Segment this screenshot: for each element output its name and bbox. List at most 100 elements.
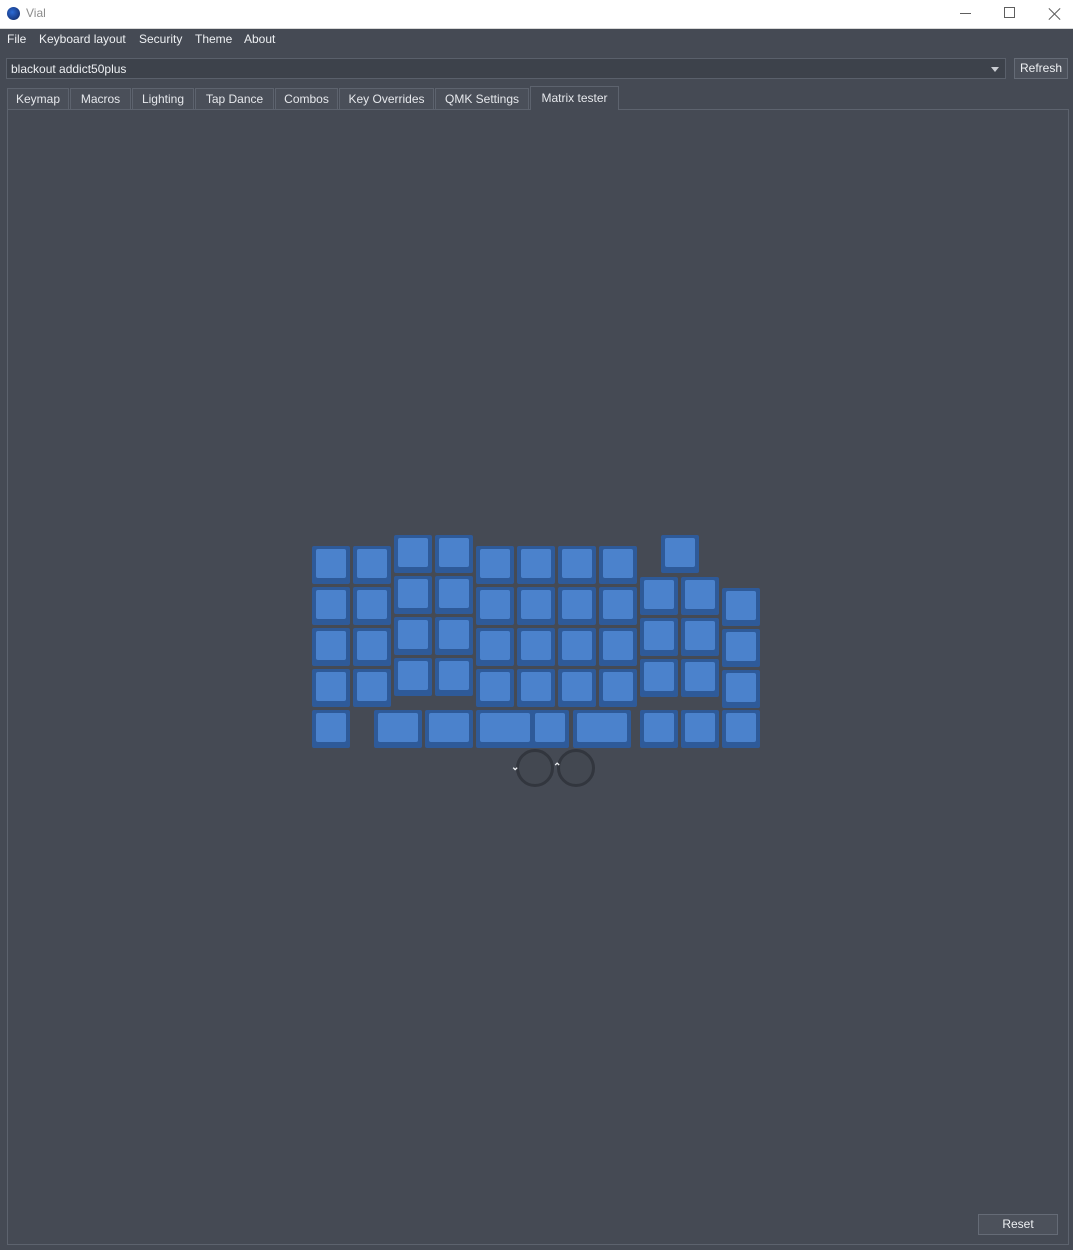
menu-keyboard-layout[interactable]: Keyboard layout (39, 32, 126, 46)
maximize-button[interactable] (987, 0, 1033, 29)
device-select-value: blackout addict50plus (11, 62, 127, 76)
menu-file[interactable]: File (7, 32, 26, 46)
matrix-key (374, 710, 422, 748)
matrix-key-cap (603, 672, 633, 701)
matrix-key-cap (316, 549, 346, 578)
matrix-key (435, 617, 473, 655)
matrix-key (353, 546, 391, 584)
matrix-key (573, 710, 631, 748)
matrix-key-cap (429, 713, 469, 742)
matrix-key-cap (562, 590, 592, 619)
close-button[interactable] (1032, 0, 1073, 29)
matrix-key (599, 546, 637, 584)
minimize-icon (960, 13, 971, 14)
minimize-button[interactable] (942, 0, 988, 29)
matrix-key-cap (603, 549, 633, 578)
matrix-key-cap (480, 631, 510, 660)
matrix-key (599, 587, 637, 625)
matrix-key (394, 617, 432, 655)
matrix-key-cap (398, 579, 428, 608)
device-select[interactable]: blackout addict50plus (6, 58, 1006, 79)
matrix-key (476, 669, 514, 707)
matrix-key (517, 546, 555, 584)
matrix-key-cap (316, 713, 346, 742)
matrix-key (599, 628, 637, 666)
matrix-key-cap (398, 661, 428, 690)
matrix-key-cap (685, 662, 715, 691)
menu-about[interactable]: About (244, 32, 275, 46)
matrix-key-cap (577, 713, 627, 742)
matrix-key (476, 587, 514, 625)
title-bar: Vial (0, 0, 1073, 29)
menu-theme[interactable]: Theme (195, 32, 232, 46)
matrix-key-cap (521, 590, 551, 619)
matrix-key-cap (726, 632, 756, 661)
matrix-key-cap (480, 590, 510, 619)
matrix-key-cap (726, 673, 756, 702)
matrix-key (722, 710, 760, 748)
tab-matrix-tester[interactable]: Matrix tester (530, 86, 619, 110)
matrix-key (312, 587, 350, 625)
matrix-key (681, 659, 719, 697)
tab-tap-dance[interactable]: Tap Dance (195, 88, 274, 110)
tab-lighting[interactable]: Lighting (132, 88, 194, 110)
matrix-key (722, 629, 760, 667)
matrix-key (640, 710, 678, 748)
menu-security[interactable]: Security (139, 32, 182, 46)
matrix-key-cap (644, 580, 674, 609)
matrix-key (425, 710, 473, 748)
matrix-key-cap (439, 661, 469, 690)
matrix-key (722, 588, 760, 626)
matrix-key (531, 710, 569, 748)
matrix-key-cap (521, 549, 551, 578)
matrix-key-cap (480, 713, 530, 742)
tab-qmk-settings[interactable]: QMK Settings (435, 88, 529, 110)
matrix-key-cap (726, 591, 756, 620)
matrix-key-cap (685, 621, 715, 650)
matrix-key-cap (521, 672, 551, 701)
matrix-key-cap (644, 713, 674, 742)
matrix-key (394, 658, 432, 696)
encoder-left (516, 749, 554, 787)
tab-macros[interactable]: Macros (70, 88, 131, 110)
matrix-key-cap (562, 549, 592, 578)
tab-key-overrides[interactable]: Key Overrides (339, 88, 434, 110)
matrix-key (681, 710, 719, 748)
matrix-key (476, 546, 514, 584)
tab-keymap[interactable]: Keymap (7, 88, 69, 110)
matrix-key-cap (726, 713, 756, 742)
matrix-key-cap (378, 713, 418, 742)
matrix-key (517, 628, 555, 666)
matrix-key (681, 577, 719, 615)
matrix-key (312, 710, 350, 748)
matrix-key (435, 535, 473, 573)
matrix-key (558, 587, 596, 625)
matrix-key (517, 587, 555, 625)
reset-button[interactable]: Reset (978, 1214, 1058, 1235)
matrix-key-cap (562, 631, 592, 660)
matrix-key-cap (562, 672, 592, 701)
refresh-button[interactable]: Refresh (1014, 58, 1068, 79)
matrix-key (435, 576, 473, 614)
matrix-key (476, 710, 534, 748)
matrix-key-cap (480, 672, 510, 701)
matrix-key-cap (316, 672, 346, 701)
matrix-key (312, 628, 350, 666)
matrix-key-cap (665, 538, 695, 567)
matrix-key (558, 546, 596, 584)
matrix-key (435, 658, 473, 696)
matrix-key (558, 628, 596, 666)
tab-combos[interactable]: Combos (275, 88, 338, 110)
matrix-key-cap (521, 631, 551, 660)
encoder-right (557, 749, 595, 787)
matrix-key (353, 669, 391, 707)
matrix-key-cap (357, 590, 387, 619)
matrix-key (640, 659, 678, 697)
matrix-key-cap (357, 549, 387, 578)
matrix-key (476, 628, 514, 666)
matrix-key (312, 669, 350, 707)
matrix-key (312, 546, 350, 584)
matrix-key-cap (644, 621, 674, 650)
matrix-key (558, 669, 596, 707)
matrix-key-cap (357, 672, 387, 701)
